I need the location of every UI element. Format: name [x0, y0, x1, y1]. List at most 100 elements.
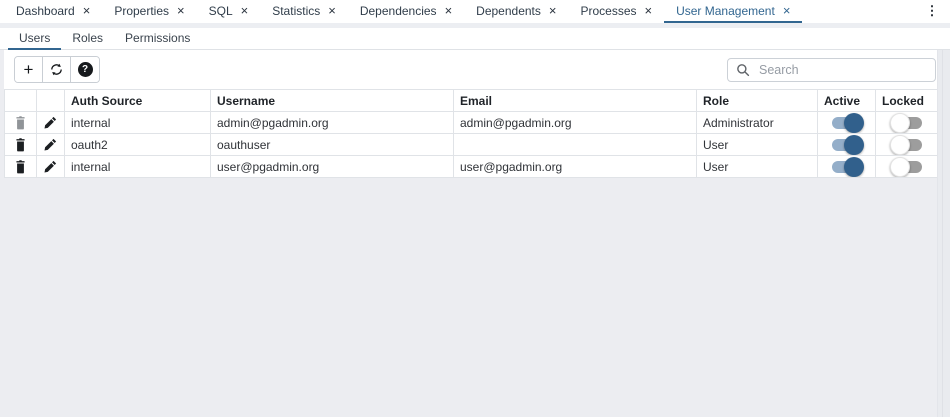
edit-user-button[interactable]	[37, 135, 64, 155]
locked-cell	[876, 112, 938, 134]
active-cell	[818, 134, 876, 156]
main-tab-statistics[interactable]: Statistics ×	[260, 0, 348, 23]
header-email: Email	[454, 90, 697, 112]
active-cell	[818, 112, 876, 134]
tab-label: Dependencies	[360, 4, 437, 18]
tab-label: Dashboard	[16, 4, 75, 18]
tab-close-icon[interactable]: ×	[328, 4, 336, 17]
search-icon	[736, 63, 750, 77]
cell-username: user@pgadmin.org	[211, 156, 454, 178]
pencil-icon	[44, 160, 57, 173]
active-toggle[interactable]	[830, 135, 864, 155]
user-table-row: internal admin@pgadmin.org admin@pgadmin…	[5, 112, 938, 134]
tab-close-icon[interactable]: ×	[83, 4, 91, 17]
tab-label: Processes	[580, 4, 636, 18]
search-box	[727, 58, 936, 82]
header-username: Username	[211, 90, 454, 112]
cell-username: admin@pgadmin.org	[211, 112, 454, 134]
edit-cell	[37, 156, 65, 178]
tab-label: Dependents	[476, 4, 541, 18]
delete-user-button[interactable]	[5, 157, 36, 177]
more-options-icon[interactable]: ⋮	[924, 2, 940, 20]
cell-username: oauthuser	[211, 134, 454, 156]
locked-toggle[interactable]	[890, 135, 924, 155]
cell-auth-source: internal	[65, 112, 211, 134]
edit-user-button[interactable]	[37, 113, 64, 133]
header-delete	[5, 90, 37, 112]
main-tabs: Dashboard × Properties × SQL × Statistic…	[4, 0, 802, 23]
subtab-roles[interactable]: Roles	[61, 28, 114, 50]
pencil-icon	[44, 116, 57, 129]
active-cell	[818, 156, 876, 178]
cell-role: User	[697, 156, 818, 178]
tab-label: Properties	[114, 4, 169, 18]
delete-user-button	[5, 113, 36, 133]
trash-icon	[14, 138, 27, 152]
tab-close-icon[interactable]: ×	[645, 4, 653, 17]
main-tab-sql[interactable]: SQL ×	[197, 0, 261, 23]
tab-label: SQL	[209, 4, 233, 18]
main-tab-processes[interactable]: Processes ×	[568, 0, 664, 23]
add-user-button[interactable]: +	[15, 57, 43, 82]
main-tab-dependents[interactable]: Dependents ×	[464, 0, 568, 23]
cell-role: Administrator	[697, 112, 818, 134]
subtab-users[interactable]: Users	[8, 28, 61, 50]
tab-label: Statistics	[272, 4, 320, 18]
main-tab-user-management[interactable]: User Management ×	[664, 0, 802, 23]
locked-toggle[interactable]	[890, 157, 924, 177]
edit-cell	[37, 112, 65, 134]
trash-icon	[14, 160, 27, 174]
pencil-icon	[44, 138, 57, 151]
plus-icon: +	[24, 61, 34, 78]
vertical-scrollbar[interactable]	[937, 50, 950, 417]
delete-user-button[interactable]	[5, 135, 36, 155]
cell-auth-source: internal	[65, 156, 211, 178]
delete-cell	[5, 134, 37, 156]
toolbar: + ?	[4, 50, 937, 89]
search-input[interactable]	[757, 62, 927, 78]
header-active: Active	[818, 90, 876, 112]
subtab-permissions[interactable]: Permissions	[114, 28, 201, 50]
header-role: Role	[697, 90, 818, 112]
main-tab-dependencies[interactable]: Dependencies ×	[348, 0, 464, 23]
active-toggle[interactable]	[830, 113, 864, 133]
cell-email: admin@pgadmin.org	[454, 112, 697, 134]
main-tab-properties[interactable]: Properties ×	[102, 0, 196, 23]
tab-close-icon[interactable]: ×	[445, 4, 453, 17]
delete-cell	[5, 112, 37, 134]
header-edit	[37, 90, 65, 112]
toolbar-button-group: + ?	[14, 56, 100, 83]
header-auth-source: Auth Source	[65, 90, 211, 112]
locked-cell	[876, 156, 938, 178]
users-table: Auth Source Username Email Role Active L…	[4, 89, 938, 178]
header-locked: Locked	[876, 90, 938, 112]
main-tab-dashboard[interactable]: Dashboard ×	[4, 0, 102, 23]
locked-cell	[876, 134, 938, 156]
main-tab-bar: Dashboard × Properties × SQL × Statistic…	[0, 0, 950, 23]
tab-label: User Management	[676, 4, 775, 18]
delete-cell	[5, 156, 37, 178]
trash-icon	[14, 116, 27, 130]
locked-toggle[interactable]	[890, 113, 924, 133]
refresh-button[interactable]	[43, 57, 71, 82]
cell-email: user@pgadmin.org	[454, 156, 697, 178]
subtab-label: Permissions	[125, 31, 190, 45]
user-management-panel: + ?	[0, 50, 950, 417]
tab-close-icon[interactable]: ×	[241, 4, 249, 17]
tab-close-icon[interactable]: ×	[549, 4, 557, 17]
cell-auth-source: oauth2	[65, 134, 211, 156]
user-table-row: oauth2 oauthuser User	[5, 134, 938, 156]
edit-user-button[interactable]	[37, 157, 64, 177]
edit-cell	[37, 134, 65, 156]
user-table-row: internal user@pgadmin.org user@pgadmin.o…	[5, 156, 938, 178]
refresh-icon	[49, 62, 64, 77]
tab-close-icon[interactable]: ×	[177, 4, 185, 17]
subtab-label: Roles	[72, 31, 103, 45]
help-button[interactable]: ?	[71, 57, 99, 82]
cell-role: User	[697, 134, 818, 156]
users-card: + ?	[4, 50, 937, 178]
cell-email	[454, 134, 697, 156]
tab-close-icon[interactable]: ×	[783, 4, 791, 17]
table-body: internal admin@pgadmin.org admin@pgadmin…	[5, 112, 938, 178]
active-toggle[interactable]	[830, 157, 864, 177]
